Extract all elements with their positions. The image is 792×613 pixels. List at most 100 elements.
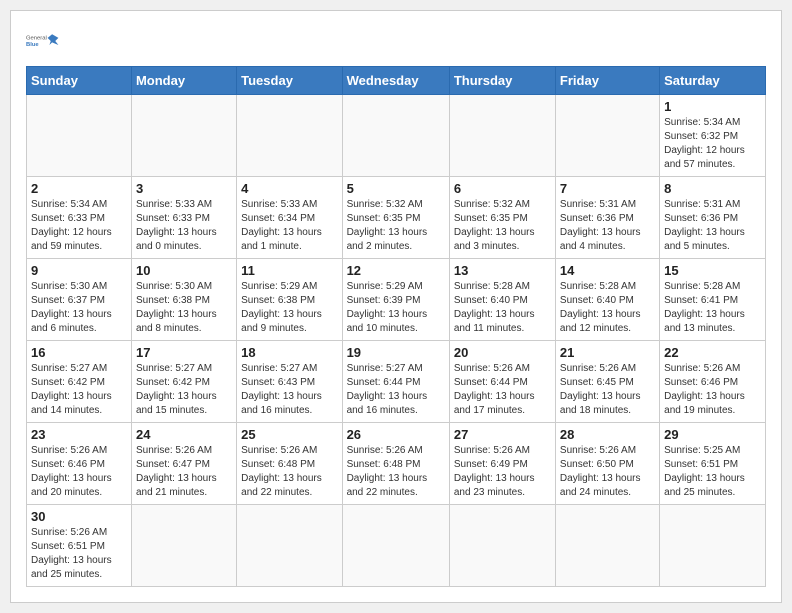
day-number: 19 bbox=[347, 345, 445, 360]
calendar-cell bbox=[660, 505, 766, 587]
calendar-cell: 5 Sunrise: 5:32 AM Sunset: 6:35 PM Daylig… bbox=[342, 177, 449, 259]
day-info: Sunrise: 5:31 AM Sunset: 6:36 PM Dayligh… bbox=[560, 198, 655, 254]
calendar-cell: 27Sunrise: 5:26 AM Sunset: 6:49 PM Dayli… bbox=[449, 423, 555, 505]
day-number: 30 bbox=[31, 509, 127, 524]
day-number: 1 bbox=[664, 99, 761, 114]
day-info: Sunrise: 5:29 AM Sunset: 6:39 PM Dayligh… bbox=[347, 280, 445, 336]
calendar-cell: 17 Sunrise: 5:27 AM Sunset: 6:42 PM Dayli… bbox=[131, 341, 236, 423]
calendar-cell bbox=[449, 505, 555, 587]
calendar-cell bbox=[237, 95, 342, 177]
calendar-cell: 20 Sunrise: 5:26 AM Sunset: 6:44 PM Dayli… bbox=[449, 341, 555, 423]
day-info: Sunrise: 5:26 AM Sunset: 6:48 PM Dayligh… bbox=[241, 444, 337, 500]
logo: GeneralBlue bbox=[26, 26, 62, 56]
calendar-cell: 19 Sunrise: 5:27 AM Sunset: 6:44 PM Dayli… bbox=[342, 341, 449, 423]
day-info: Sunrise: 5:26 AM Sunset: 6:45 PM Dayligh… bbox=[560, 362, 655, 418]
day-number: 8 bbox=[664, 181, 761, 196]
day-info: Sunrise: 5:27 AM Sunset: 6:44 PM Dayligh… bbox=[347, 362, 445, 418]
page-header: GeneralBlue bbox=[26, 26, 766, 56]
day-info: Sunrise: 5:29 AM Sunset: 6:38 PM Dayligh… bbox=[241, 280, 337, 336]
logo-icon: GeneralBlue bbox=[26, 26, 62, 56]
day-info: Sunrise: 5:25 AM Sunset: 6:51 PM Dayligh… bbox=[664, 444, 761, 500]
day-info: Sunrise: 5:26 AM Sunset: 6:48 PM Dayligh… bbox=[347, 444, 445, 500]
day-number: 11 bbox=[241, 263, 337, 278]
day-info: Sunrise: 5:26 AM Sunset: 6:46 PM Dayligh… bbox=[664, 362, 761, 418]
day-number: 23 bbox=[31, 427, 127, 442]
calendar-cell: 21 Sunrise: 5:26 AM Sunset: 6:45 PM Dayli… bbox=[555, 341, 659, 423]
day-number: 26 bbox=[347, 427, 445, 442]
day-info: Sunrise: 5:31 AM Sunset: 6:36 PM Dayligh… bbox=[664, 198, 761, 254]
svg-text:Blue: Blue bbox=[26, 42, 39, 48]
calendar-cell: 11 Sunrise: 5:29 AM Sunset: 6:38 PM Dayli… bbox=[237, 259, 342, 341]
day-number: 24 bbox=[136, 427, 232, 442]
calendar-week-row: 30 Sunrise: 5:26 AM Sunset: 6:51 PM Dayli… bbox=[27, 505, 766, 587]
calendar-cell: 12 Sunrise: 5:29 AM Sunset: 6:39 PM Dayli… bbox=[342, 259, 449, 341]
day-info: Sunrise: 5:27 AM Sunset: 6:42 PM Dayligh… bbox=[31, 362, 127, 418]
weekday-header-saturday: Saturday bbox=[660, 67, 766, 95]
weekday-header-monday: Monday bbox=[131, 67, 236, 95]
day-number: 21 bbox=[560, 345, 655, 360]
day-number: 9 bbox=[31, 263, 127, 278]
day-info: Sunrise: 5:26 AM Sunset: 6:47 PM Dayligh… bbox=[136, 444, 232, 500]
day-info: Sunrise: 5:33 AM Sunset: 6:33 PM Dayligh… bbox=[136, 198, 232, 254]
calendar-cell: 6 Sunrise: 5:32 AM Sunset: 6:35 PM Daylig… bbox=[449, 177, 555, 259]
day-info: Sunrise: 5:33 AM Sunset: 6:34 PM Dayligh… bbox=[241, 198, 337, 254]
day-number: 13 bbox=[454, 263, 551, 278]
day-number: 2 bbox=[31, 181, 127, 196]
calendar-cell: 22Sunrise: 5:26 AM Sunset: 6:46 PM Dayli… bbox=[660, 341, 766, 423]
day-number: 10 bbox=[136, 263, 232, 278]
weekday-header-friday: Friday bbox=[555, 67, 659, 95]
day-number: 15 bbox=[664, 263, 761, 278]
day-info: Sunrise: 5:26 AM Sunset: 6:44 PM Dayligh… bbox=[454, 362, 551, 418]
day-number: 4 bbox=[241, 181, 337, 196]
day-number: 5 bbox=[347, 181, 445, 196]
day-info: Sunrise: 5:26 AM Sunset: 6:46 PM Dayligh… bbox=[31, 444, 127, 500]
calendar-cell: 14 Sunrise: 5:28 AM Sunset: 6:40 PM Dayli… bbox=[555, 259, 659, 341]
day-info: Sunrise: 5:32 AM Sunset: 6:35 PM Dayligh… bbox=[454, 198, 551, 254]
calendar-week-row: 2 Sunrise: 5:34 AM Sunset: 6:33 PM Daylig… bbox=[27, 177, 766, 259]
day-number: 14 bbox=[560, 263, 655, 278]
day-number: 17 bbox=[136, 345, 232, 360]
calendar-cell: 15 Sunrise: 5:28 AM Sunset: 6:41 PM Dayli… bbox=[660, 259, 766, 341]
calendar-cell: 2 Sunrise: 5:34 AM Sunset: 6:33 PM Daylig… bbox=[27, 177, 132, 259]
calendar-cell bbox=[131, 505, 236, 587]
calendar-cell: 3 Sunrise: 5:33 AM Sunset: 6:33 PM Daylig… bbox=[131, 177, 236, 259]
calendar-cell: 10Sunrise: 5:30 AM Sunset: 6:38 PM Dayli… bbox=[131, 259, 236, 341]
day-number: 6 bbox=[454, 181, 551, 196]
calendar-cell: 4 Sunrise: 5:33 AM Sunset: 6:34 PM Daylig… bbox=[237, 177, 342, 259]
day-info: Sunrise: 5:28 AM Sunset: 6:40 PM Dayligh… bbox=[454, 280, 551, 336]
weekday-header-thursday: Thursday bbox=[449, 67, 555, 95]
calendar-cell: 16Sunrise: 5:27 AM Sunset: 6:42 PM Dayli… bbox=[27, 341, 132, 423]
day-number: 29 bbox=[664, 427, 761, 442]
weekday-header-wednesday: Wednesday bbox=[342, 67, 449, 95]
svg-text:General: General bbox=[26, 36, 47, 42]
calendar-cell bbox=[342, 505, 449, 587]
day-info: Sunrise: 5:32 AM Sunset: 6:35 PM Dayligh… bbox=[347, 198, 445, 254]
calendar-cell: 23 Sunrise: 5:26 AM Sunset: 6:46 PM Dayli… bbox=[27, 423, 132, 505]
calendar-cell: 25Sunrise: 5:26 AM Sunset: 6:48 PM Dayli… bbox=[237, 423, 342, 505]
calendar-week-row: 16Sunrise: 5:27 AM Sunset: 6:42 PM Dayli… bbox=[27, 341, 766, 423]
day-number: 12 bbox=[347, 263, 445, 278]
calendar-cell: 8 Sunrise: 5:31 AM Sunset: 6:36 PM Daylig… bbox=[660, 177, 766, 259]
calendar-cell bbox=[555, 505, 659, 587]
calendar-cell bbox=[342, 95, 449, 177]
calendar-cell: 26 Sunrise: 5:26 AM Sunset: 6:48 PM Dayli… bbox=[342, 423, 449, 505]
calendar-cell: 13 Sunrise: 5:28 AM Sunset: 6:40 PM Dayli… bbox=[449, 259, 555, 341]
calendar-cell: 28Sunrise: 5:26 AM Sunset: 6:50 PM Dayli… bbox=[555, 423, 659, 505]
day-info: Sunrise: 5:28 AM Sunset: 6:41 PM Dayligh… bbox=[664, 280, 761, 336]
day-info: Sunrise: 5:34 AM Sunset: 6:33 PM Dayligh… bbox=[31, 198, 127, 254]
calendar-cell bbox=[555, 95, 659, 177]
day-info: Sunrise: 5:27 AM Sunset: 6:42 PM Dayligh… bbox=[136, 362, 232, 418]
day-number: 18 bbox=[241, 345, 337, 360]
day-info: Sunrise: 5:26 AM Sunset: 6:51 PM Dayligh… bbox=[31, 526, 127, 582]
calendar-cell: 29 Sunrise: 5:25 AM Sunset: 6:51 PM Dayli… bbox=[660, 423, 766, 505]
calendar-cell bbox=[237, 505, 342, 587]
day-info: Sunrise: 5:28 AM Sunset: 6:40 PM Dayligh… bbox=[560, 280, 655, 336]
day-info: Sunrise: 5:30 AM Sunset: 6:37 PM Dayligh… bbox=[31, 280, 127, 336]
calendar-cell: 7Sunrise: 5:31 AM Sunset: 6:36 PM Daylig… bbox=[555, 177, 659, 259]
calendar-page: GeneralBlue SundayMondayTuesdayWednesday… bbox=[10, 10, 782, 603]
day-number: 28 bbox=[560, 427, 655, 442]
calendar-week-row: 9 Sunrise: 5:30 AM Sunset: 6:37 PM Daylig… bbox=[27, 259, 766, 341]
day-number: 3 bbox=[136, 181, 232, 196]
day-number: 20 bbox=[454, 345, 551, 360]
calendar-cell: 18Sunrise: 5:27 AM Sunset: 6:43 PM Dayli… bbox=[237, 341, 342, 423]
